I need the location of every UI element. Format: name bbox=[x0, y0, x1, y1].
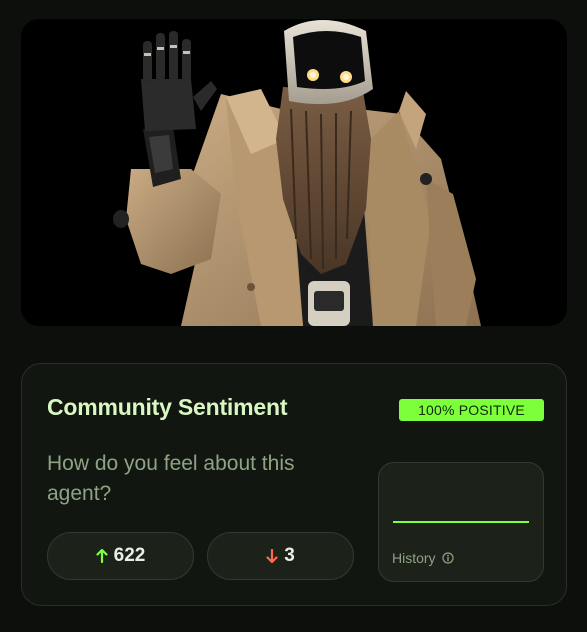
history-link[interactable]: History bbox=[392, 550, 454, 566]
info-icon[interactable] bbox=[441, 552, 454, 564]
sentiment-question: How do you feel about this agent? bbox=[47, 452, 295, 505]
community-sentiment-card: Community Sentiment 100% POSITIVE How do… bbox=[21, 363, 567, 606]
downvote-button[interactable]: 3 bbox=[207, 532, 354, 580]
arrow-up-icon bbox=[96, 549, 108, 563]
robot-illustration bbox=[113, 20, 481, 326]
history-label: History bbox=[392, 550, 436, 566]
card-title: Community Sentiment bbox=[47, 394, 288, 420]
arrow-down-icon bbox=[266, 549, 278, 563]
downvote-count: 3 bbox=[284, 545, 295, 566]
upvote-button[interactable]: 622 bbox=[47, 532, 194, 580]
history-panel[interactable]: History bbox=[378, 462, 544, 582]
sentiment-badge: 100% POSITIVE bbox=[399, 399, 544, 421]
upvote-count: 622 bbox=[113, 545, 146, 566]
agent-image bbox=[21, 19, 567, 326]
history-sparkline bbox=[393, 521, 529, 523]
